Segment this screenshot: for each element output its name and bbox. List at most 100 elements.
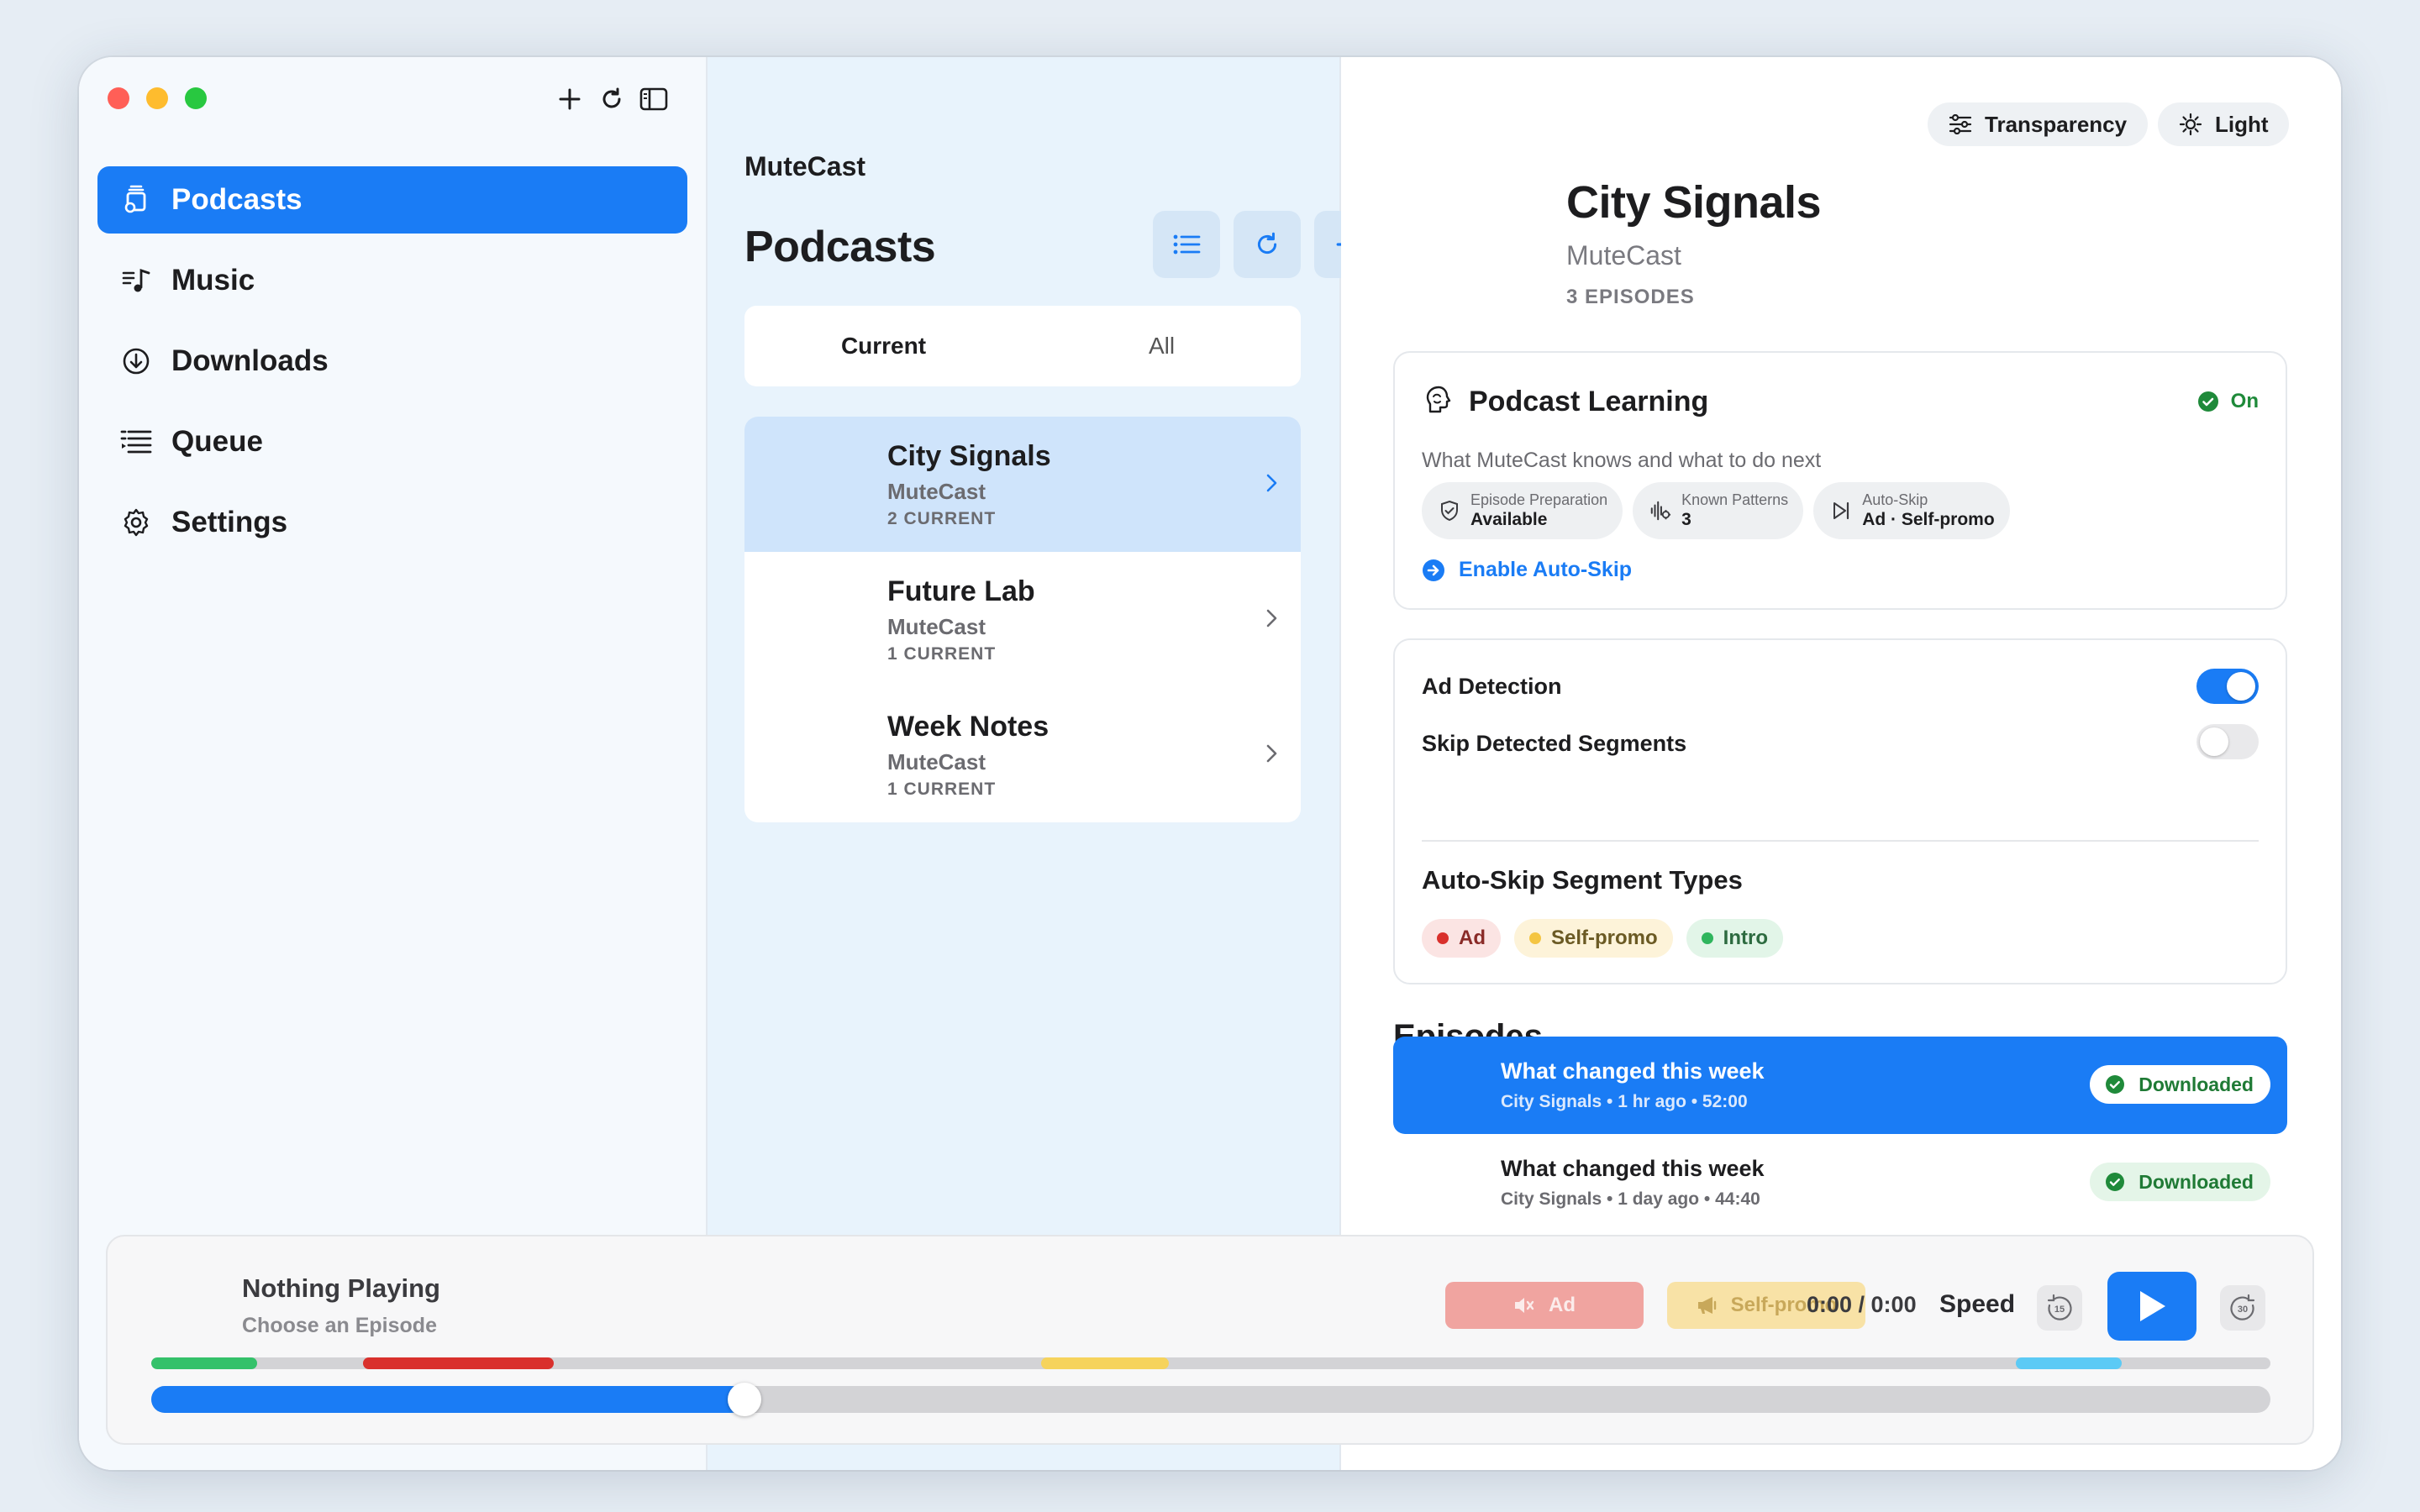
- appearance-label: Light: [2215, 111, 2269, 137]
- podcast-current-count: 1 CURRENT: [887, 644, 997, 664]
- timeline-segment-outro: [2016, 1357, 2123, 1369]
- svg-text:15: 15: [2054, 1305, 2065, 1315]
- playback-progress-slider[interactable]: [151, 1383, 2270, 1416]
- refresh-button[interactable]: [1234, 211, 1301, 278]
- enable-auto-skip-label: Enable Auto-Skip: [1459, 558, 1633, 581]
- minimize-window-button[interactable]: [146, 87, 168, 109]
- download-status: Downloaded: [2139, 1170, 2254, 1193]
- sidebar-item-settings[interactable]: Settings: [97, 489, 687, 556]
- sidebar-item-label: Music: [171, 264, 255, 297]
- plus-icon[interactable]: [553, 82, 587, 116]
- episode-meta: City Signals • 1 day ago • 44:40: [1501, 1189, 1760, 1209]
- megaphone-icon: [1696, 1294, 1719, 1317]
- sidebar-toggle-icon[interactable]: [637, 82, 671, 116]
- chip-value: Available: [1470, 510, 1548, 529]
- podcast-row[interactable]: Future Lab MuteCast 1 CURRENT: [744, 552, 1301, 687]
- chip-label: Episode Preparation: [1470, 491, 1608, 508]
- tab-current[interactable]: Current: [744, 306, 1023, 386]
- learning-title: Podcast Learning: [1469, 386, 1709, 417]
- podcasts-icon: [119, 183, 153, 217]
- chevron-right-icon: [1266, 474, 1277, 492]
- zoom-window-button[interactable]: [185, 87, 207, 109]
- progress-fill: [151, 1386, 745, 1413]
- sidebar-item-downloads[interactable]: Downloads: [97, 328, 687, 395]
- timeline-segment-intro: [151, 1357, 258, 1369]
- playback-time: 0:00 / 0:00: [1807, 1292, 1917, 1317]
- player-bar: Nothing Playing Choose an Episode Ad Sel…: [106, 1235, 2314, 1445]
- learning-status-badge: On: [2197, 390, 2259, 413]
- now-playing-title: Nothing Playing: [242, 1273, 440, 1303]
- app-window: Podcasts Music Downloads Queue Settings …: [79, 57, 2341, 1470]
- refresh-icon: [1257, 232, 1277, 255]
- sidebar-nav: Podcasts Music Downloads Queue Settings: [97, 166, 687, 570]
- podcast-author: MuteCast: [1566, 240, 1681, 270]
- tab-all[interactable]: All: [1023, 306, 1301, 386]
- skip-segments-label: Skip Detected Segments: [1422, 731, 1687, 756]
- close-window-button[interactable]: [108, 87, 129, 109]
- episode-row[interactable]: What changed this week City Signals • 1 …: [1393, 1037, 2287, 1134]
- appearance-button[interactable]: Light: [2158, 102, 2289, 146]
- yellow-dot-icon: [1529, 932, 1541, 944]
- list-view-button[interactable]: [1153, 211, 1220, 278]
- sidebar-item-queue[interactable]: Queue: [97, 408, 687, 475]
- refresh-icon[interactable]: [595, 82, 629, 116]
- learning-header: Podcast Learning: [1422, 383, 1708, 421]
- ad-detection-label: Ad Detection: [1422, 674, 1562, 699]
- chip-value: Ad · Self-promo: [1862, 510, 1995, 529]
- waveform-icon: [1649, 500, 1671, 522]
- skip-forward-30-button[interactable]: 30: [2220, 1285, 2265, 1331]
- ad-detection-toggle[interactable]: [2196, 669, 2259, 704]
- speaker-muted-icon: [1513, 1294, 1537, 1317]
- playback-speed-button[interactable]: Speed: [1939, 1290, 2015, 1319]
- segment-tag-label: Self-promo: [1551, 927, 1658, 949]
- skip-forward-30-icon: 30: [2230, 1294, 2255, 1320]
- chip-label: Auto-Skip: [1862, 491, 1928, 508]
- check-circle-icon: [2197, 391, 2218, 412]
- sidebar-item-label: Queue: [171, 425, 263, 458]
- podcast-current-count: 2 CURRENT: [887, 509, 997, 528]
- sliders-icon: [1948, 112, 1973, 137]
- episode-row[interactable]: What changed this week City Signals • 1 …: [1393, 1134, 2287, 1231]
- downloads-icon: [119, 344, 153, 378]
- chip-label: Known Patterns: [1681, 491, 1789, 508]
- chevron-right-icon: [1266, 609, 1277, 627]
- download-status: Downloaded: [2139, 1073, 2254, 1095]
- brain-icon: [1422, 383, 1455, 421]
- check-circle-icon: [2106, 1075, 2125, 1094]
- progress-thumb[interactable]: [728, 1383, 762, 1416]
- podcast-row[interactable]: Week Notes MuteCast 1 CURRENT: [744, 687, 1301, 822]
- segment-timeline: [151, 1357, 2270, 1369]
- skip-ad-button[interactable]: Ad: [1445, 1282, 1644, 1329]
- enable-auto-skip-link[interactable]: Enable Auto-Skip: [1422, 558, 1632, 582]
- timeline-segment-ad: [363, 1357, 555, 1369]
- sidebar-item-label: Podcasts: [171, 183, 302, 216]
- gear-icon: [119, 506, 153, 539]
- sun-icon: [2178, 112, 2203, 137]
- transparency-label: Transparency: [1985, 111, 2128, 137]
- podcast-row[interactable]: City Signals MuteCast 2 CURRENT: [744, 417, 1301, 552]
- transparency-button[interactable]: Transparency: [1928, 102, 2148, 146]
- podcast-author: MuteCast: [887, 614, 986, 639]
- segment-tag-self-promo[interactable]: Self-promo: [1514, 919, 1673, 958]
- sidebar-item-label: Downloads: [171, 344, 329, 377]
- segment-tag-ad[interactable]: Ad: [1422, 919, 1501, 958]
- play-button[interactable]: [2107, 1272, 2196, 1341]
- skip-forward-icon: [1830, 500, 1852, 522]
- learning-status: On: [2230, 390, 2259, 412]
- podcast-name: Future Lab: [887, 575, 1035, 607]
- podcast-learning-card: Podcast Learning On What MuteCast knows …: [1393, 351, 2287, 610]
- sidebar-item-music[interactable]: Music: [97, 247, 687, 314]
- music-icon: [119, 264, 153, 297]
- podcast-current-count: 1 CURRENT: [887, 780, 997, 799]
- segment-tag-intro[interactable]: Intro: [1686, 919, 1783, 958]
- divider: [1422, 840, 2259, 842]
- green-dot-icon: [1701, 932, 1713, 944]
- podcast-list: City Signals MuteCast 2 CURRENT Future L…: [744, 417, 1301, 822]
- skip-segments-toggle[interactable]: [2196, 724, 2259, 759]
- episode-title: What changed this week: [1501, 1058, 1765, 1084]
- segment-tag-label: Intro: [1723, 927, 1768, 949]
- skip-back-15-button[interactable]: 15: [2037, 1285, 2082, 1331]
- skip-ad-label: Ad: [1549, 1294, 1576, 1316]
- sidebar-item-podcasts[interactable]: Podcasts: [97, 166, 687, 234]
- list-icon: [1173, 234, 1201, 255]
